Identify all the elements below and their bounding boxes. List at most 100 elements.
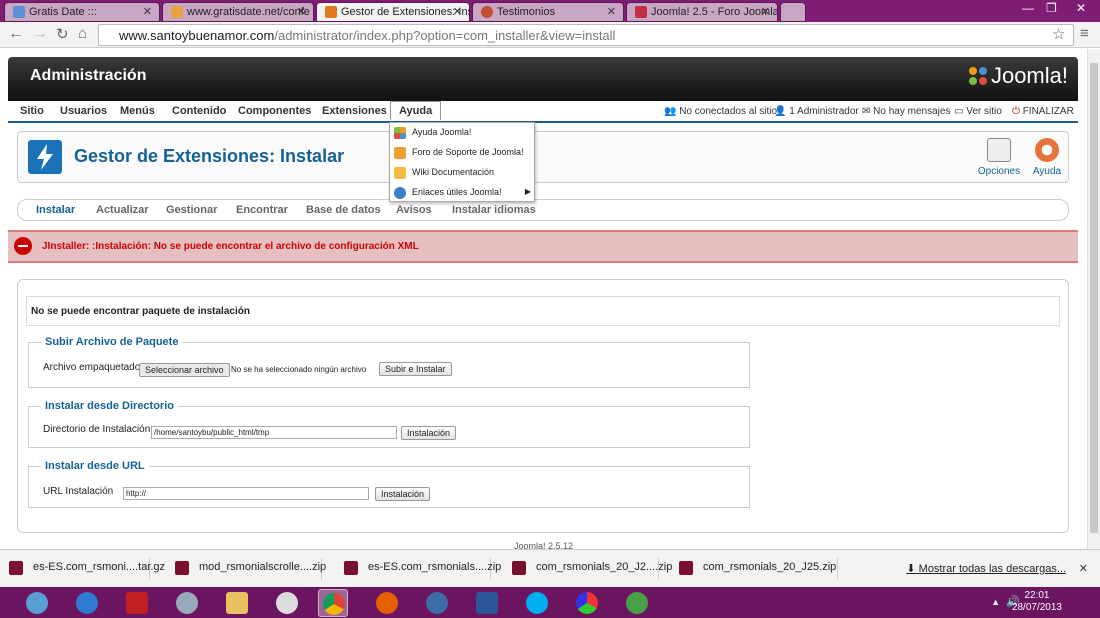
- tab-instalar[interactable]: Instalar: [36, 204, 75, 216]
- tray-up-icon[interactable]: ▲: [991, 597, 1000, 607]
- new-tab-button[interactable]: [780, 2, 806, 22]
- joomla-logo: Joomla!: [967, 63, 1068, 89]
- tab-avisos[interactable]: Avisos: [396, 204, 432, 216]
- forward-icon[interactable]: →: [32, 25, 48, 43]
- taskbar-firefox-icon[interactable]: [372, 589, 402, 617]
- download-item[interactable]: mod_rsmonialscrolle....zip: [166, 558, 326, 580]
- dropdown-item-foro[interactable]: Foro de Soporte de Joomla!: [390, 143, 534, 163]
- download-arrow-icon: ⬇: [906, 563, 916, 575]
- tab-title: Gratis Date :::: [29, 6, 97, 18]
- reload-icon[interactable]: ↻: [56, 25, 69, 43]
- upload-label: Archivo empaquetado: [43, 362, 141, 373]
- taskbar-ie-icon[interactable]: [72, 589, 102, 617]
- url-host: www.santoybuenamor.com: [119, 28, 275, 43]
- globe-icon: [394, 187, 406, 199]
- taskbar-picasa-icon[interactable]: [572, 589, 602, 617]
- admin-menu-bar: Sitio Usuarios Menús Contenido Component…: [8, 101, 1078, 123]
- minimize-icon[interactable]: —: [1022, 1, 1034, 15]
- taskbar-filezilla-icon[interactable]: [122, 589, 152, 617]
- address-bar[interactable]: www.santoybuenamor.com/administrator/ind…: [98, 24, 1074, 46]
- system-clock[interactable]: 22:01 28/07/2013: [1012, 590, 1062, 614]
- page-scrollbar[interactable]: [1087, 49, 1100, 549]
- menu-usuarios[interactable]: Usuarios: [60, 105, 107, 117]
- close-icon[interactable]: ✕: [761, 5, 770, 18]
- taskbar-utorrent-icon[interactable]: [622, 589, 652, 617]
- download-item[interactable]: com_rsmonials_20_J2....zip: [503, 558, 672, 580]
- menu-contenido[interactable]: Contenido: [172, 105, 226, 117]
- directory-install-button[interactable]: Instalación: [401, 426, 457, 440]
- status-messages[interactable]: ✉ No hay mensajes: [862, 106, 950, 117]
- taskbar-chrome-icon[interactable]: [318, 589, 348, 617]
- close-icon[interactable]: ✕: [143, 5, 152, 18]
- taskbar-skype-icon[interactable]: [522, 589, 552, 617]
- download-filename: mod_rsmonialscrolle....zip: [199, 561, 327, 573]
- mail-icon: ✉: [862, 106, 871, 117]
- options-label: Opciones: [977, 166, 1021, 177]
- tab-encontrar[interactable]: Encontrar: [236, 204, 288, 216]
- taskbar-folder-icon[interactable]: [222, 589, 252, 617]
- scrollbar-thumb[interactable]: [1090, 63, 1098, 533]
- browser-tab-active[interactable]: Gestor de Extensiones: Insta ✕: [316, 2, 470, 22]
- taskbar-app2-icon[interactable]: [422, 589, 452, 617]
- status-text: No conectados al sitio: [679, 106, 778, 117]
- close-icon[interactable]: ✕: [453, 5, 462, 18]
- downloads-bar: es-ES.com_rsmoni....tar.gz mod_rsmonials…: [0, 549, 1100, 587]
- installer-subtabs: Instalar Actualizar Gestionar Encontrar …: [17, 199, 1069, 221]
- upload-install-button[interactable]: Subir e Instalar: [379, 362, 452, 376]
- menu-componentes[interactable]: Componentes: [238, 105, 311, 117]
- menu-extensiones[interactable]: Extensiones: [322, 105, 387, 117]
- download-item[interactable]: es-ES.com_rsmoni....tar.gz: [0, 558, 165, 580]
- page-toolbar: Gestor de Extensiones: Instalar Opciones…: [17, 131, 1069, 183]
- menu-icon[interactable]: ≡: [1080, 25, 1089, 42]
- back-icon[interactable]: ←: [8, 25, 24, 43]
- browser-tab[interactable]: Testimonios ✕: [472, 2, 624, 22]
- tab-title: Joomla! 2.5 - Foro Joomla!: [651, 6, 778, 18]
- logout-link[interactable]: ⏻ FINALIZAR: [1012, 106, 1074, 117]
- joomla-logo-icon: [968, 67, 987, 85]
- directory-input[interactable]: /home/santoybu/public_html/tmp: [151, 426, 397, 439]
- tab-title: Gestor de Extensiones: Insta: [341, 6, 470, 18]
- taskbar-word-icon[interactable]: [472, 589, 502, 617]
- dropdown-item-enlaces[interactable]: Enlaces útiles Joomla! ▶: [390, 183, 534, 203]
- menu-ayuda[interactable]: Ayuda: [390, 101, 442, 120]
- browser-tab[interactable]: Joomla! 2.5 - Foro Joomla! ✕: [626, 2, 778, 22]
- dropdown-item-ayuda-joomla[interactable]: Ayuda Joomla!: [390, 123, 534, 143]
- close-icon[interactable]: ✕: [607, 5, 616, 18]
- tab-actualizar[interactable]: Actualizar: [96, 204, 149, 216]
- show-all-downloads-link[interactable]: ⬇ Mostrar todas las descargas...: [906, 562, 1066, 575]
- close-window-icon[interactable]: ✕: [1076, 1, 1086, 15]
- tab-base-de-datos[interactable]: Base de datos: [306, 204, 381, 216]
- tab-gestionar[interactable]: Gestionar: [166, 204, 217, 216]
- error-icon: [14, 237, 32, 255]
- close-icon[interactable]: ✕: [297, 5, 306, 18]
- status-text: Ver sitio: [966, 106, 1002, 117]
- help-dropdown-menu: Ayuda Joomla! Foro de Soporte de Joomla!…: [389, 122, 535, 202]
- menu-menus[interactable]: Menús: [120, 105, 155, 117]
- restore-icon[interactable]: ❐: [1046, 1, 1057, 15]
- url-install-button[interactable]: Instalación: [375, 487, 431, 501]
- url-input[interactable]: http://: [123, 487, 369, 500]
- close-downloads-icon[interactable]: ✕: [1079, 562, 1088, 575]
- taskbar-app-icon[interactable]: [272, 589, 302, 617]
- choose-file-button[interactable]: Seleccionar archivo: [139, 363, 230, 377]
- help-button[interactable]: Ayuda: [1024, 136, 1070, 180]
- view-site-link[interactable]: ▭ Ver sitio: [954, 106, 1002, 117]
- download-item[interactable]: es-ES.com_rsmonials....zip: [335, 558, 501, 580]
- browser-tab[interactable]: Gratis Date ::: ✕: [4, 2, 160, 22]
- download-item[interactable]: com_rsmonials_20_J25.zip: [670, 558, 838, 580]
- browser-tab[interactable]: www.gratisdate.net/confe ✕: [162, 2, 314, 22]
- menu-sitio[interactable]: Sitio: [20, 105, 44, 117]
- options-button[interactable]: Opciones: [976, 136, 1022, 180]
- extension-manager-icon: [28, 140, 62, 174]
- no-file-text: No se ha seleccionado ningún archivo: [231, 365, 367, 374]
- home-icon[interactable]: ⌂: [78, 25, 87, 42]
- install-form: No se puede encontrar paquete de instala…: [17, 279, 1069, 533]
- show-all-text: Mostrar todas las descargas...: [918, 563, 1066, 575]
- taskbar-settings-icon[interactable]: [172, 589, 202, 617]
- taskbar-talk-icon[interactable]: [22, 589, 52, 617]
- options-icon: [987, 138, 1011, 162]
- tab-instalar-idiomas[interactable]: Instalar idiomas: [452, 204, 536, 216]
- page-viewport: Administración Joomla! Sitio Usuarios Me…: [0, 49, 1087, 549]
- bookmark-star-icon[interactable]: ☆: [1052, 25, 1065, 43]
- dropdown-item-wiki[interactable]: Wiki Documentación: [390, 163, 534, 183]
